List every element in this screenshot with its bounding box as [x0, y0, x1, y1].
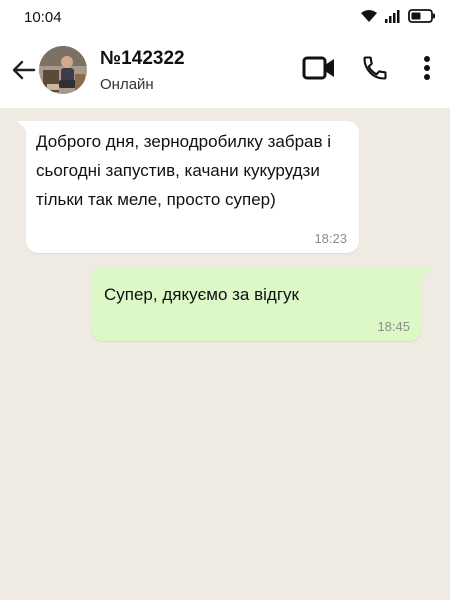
wifi-icon: [360, 9, 378, 28]
more-options-button[interactable]: [414, 53, 440, 87]
back-button[interactable]: [8, 58, 38, 86]
contact-status: Онлайн: [100, 76, 154, 93]
video-call-button[interactable]: [301, 56, 337, 84]
back-arrow-icon: [10, 59, 36, 86]
contact-name[interactable]: №142322: [100, 48, 185, 70]
chat-area[interactable]: Доброго дня, зернодробилку забрав і сьог…: [0, 108, 450, 600]
outgoing-bubble-tail: [422, 267, 432, 277]
message-time: 18:23: [314, 231, 347, 246]
status-time: 10:04: [24, 9, 62, 26]
battery-icon: [408, 9, 436, 28]
incoming-message[interactable]: Доброго дня, зернодробилку забрав і сьог…: [26, 121, 359, 253]
voice-call-button[interactable]: [358, 53, 392, 87]
signal-icon: [384, 9, 402, 28]
more-vert-icon: [423, 55, 431, 86]
video-call-icon: [302, 56, 336, 85]
status-icons: [360, 9, 436, 28]
message-time: 18:45: [377, 319, 410, 334]
outgoing-message[interactable]: Супер, дякуємо за відгук 18:45: [91, 267, 422, 341]
message-text: Супер, дякуємо за відгук: [104, 285, 299, 304]
message-text: Доброго дня, зернодробилку забрав і сьог…: [36, 132, 332, 209]
chat-header: №142322 Онлайн: [0, 36, 450, 108]
phone-icon: [361, 54, 389, 87]
status-bar: 10:04: [0, 0, 450, 36]
avatar[interactable]: [39, 46, 87, 94]
